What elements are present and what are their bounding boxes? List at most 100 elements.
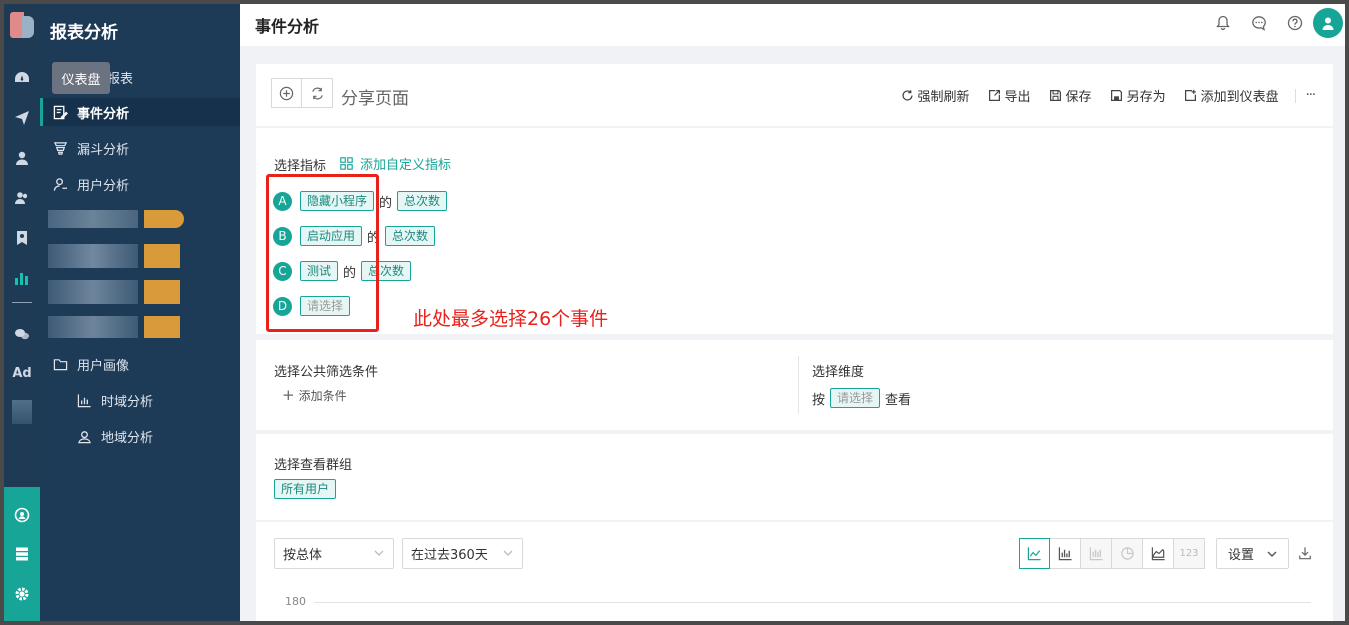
users-icon[interactable] <box>10 186 34 210</box>
bar-chart-outline-icon <box>76 392 92 408</box>
redacted-item <box>48 244 138 268</box>
user-outline-icon <box>52 176 68 192</box>
nav-item-user-profile[interactable]: 用户画像 <box>40 350 240 378</box>
area-chart-button[interactable] <box>1143 538 1174 569</box>
add-to-dashboard-button[interactable]: 添加到仪表盘 <box>1184 86 1279 105</box>
filter-section-label: 选择公共筛选条件 <box>274 365 379 380</box>
group-select[interactable]: 所有用户 <box>274 479 337 499</box>
bar-chart-button[interactable] <box>1050 538 1081 569</box>
top-icons <box>1205 8 1345 38</box>
icon-rail: Ad <box>4 4 40 621</box>
tooltip-dashboard: 仪表盘 <box>52 62 110 94</box>
plus-circle-icon <box>279 86 294 100</box>
nav-item-label: 用户分析 <box>77 178 130 194</box>
edit-doc-icon <box>52 104 68 120</box>
measure-select[interactable]: 总次数 <box>385 226 436 246</box>
dimension-section-label: 选择维度 <box>812 365 865 380</box>
bell-icon[interactable] <box>1205 9 1241 37</box>
bar-chart-icon[interactable] <box>10 266 34 290</box>
app-frame: Ad 报表分析 报表 仪表盘 事件分析 漏斗分析 用户分析 用户画像 时域分析 … <box>4 4 1345 621</box>
save-icon <box>1049 90 1061 101</box>
send-icon[interactable] <box>10 106 34 130</box>
save-button[interactable]: 保存 <box>1049 86 1092 105</box>
nav-item-user-analysis[interactable]: 用户分析 <box>40 170 240 198</box>
chevron-down-icon <box>374 550 384 556</box>
wechat-icon[interactable] <box>10 322 34 346</box>
nav-item-label: 用户画像 <box>77 358 130 374</box>
annotation-text: 此处最多选择26个事件 <box>413 308 609 330</box>
redacted-item <box>144 316 180 338</box>
avatar[interactable] <box>1313 8 1343 38</box>
add-condition-button[interactable]: + 添加条件 <box>282 386 347 404</box>
group-section-label: 选择查看群组 <box>274 458 353 473</box>
message-icon[interactable] <box>1241 9 1277 37</box>
metrics-section-label: 选择指标 <box>274 159 327 174</box>
time-range-select[interactable]: 在过去360天 <box>402 538 523 569</box>
gear-icon[interactable] <box>10 582 34 606</box>
dimension-row: 按 请选择 查看 <box>812 388 911 408</box>
number-view-button[interactable]: 123 <box>1174 538 1205 569</box>
line-chart-icon <box>1027 547 1041 561</box>
toolbar-divider <box>1294 88 1296 103</box>
measure-select[interactable]: 总次数 <box>397 191 448 211</box>
grid-icon <box>340 157 353 170</box>
chevron-down-icon <box>503 550 513 556</box>
add-icon-group <box>271 78 333 108</box>
redacted-item <box>48 316 138 338</box>
server-icon[interactable] <box>10 542 34 566</box>
metrics-card: 选择指标 添加自定义指标 A 隐藏小程序 的 总次数 B 启动应用 的 总次数 … <box>256 128 1333 334</box>
page-title: 事件分析 <box>255 17 320 36</box>
bookmark-icon[interactable] <box>10 226 34 250</box>
dashboard-icon[interactable] <box>10 66 34 90</box>
save-as-button[interactable]: 另存为 <box>1110 86 1166 105</box>
chart-gridline <box>314 602 1311 603</box>
folder-icon <box>52 356 68 372</box>
download-icon[interactable] <box>1298 546 1312 560</box>
blurred-icon <box>12 400 32 424</box>
add-custom-metric-button[interactable]: 添加自定义指标 <box>340 154 451 173</box>
pie-chart-button[interactable] <box>1112 538 1143 569</box>
settings-select[interactable]: 设置 <box>1216 538 1289 569</box>
y-axis-tick: 180 <box>285 595 306 608</box>
bar-chart-icon <box>1058 547 1072 561</box>
team-icon[interactable] <box>10 503 34 527</box>
more-button[interactable]: ··· <box>1306 88 1316 103</box>
group-by-select[interactable]: 按总体 <box>274 538 394 569</box>
toolbar-actions: 强制刷新 导出 保存 另存为 添加到仪表盘 ··· <box>883 86 1316 105</box>
nav-item-event-analysis[interactable]: 事件分析 <box>40 98 240 126</box>
stacked-bar-button[interactable] <box>1081 538 1112 569</box>
add-dashboard-icon <box>1184 89 1196 101</box>
nav-item-region-analysis[interactable]: 地域分析 <box>40 422 240 450</box>
nav-item-label: 事件分析 <box>77 106 130 122</box>
dimension-select[interactable]: 请选择 <box>830 388 881 408</box>
force-refresh-button[interactable]: 强制刷新 <box>901 86 970 105</box>
chevron-down-icon <box>1267 551 1277 557</box>
stacked-bar-icon <box>1089 547 1103 561</box>
sync-icon <box>311 87 323 99</box>
export-icon <box>988 90 1000 101</box>
top-bar: 事件分析 <box>240 4 1345 46</box>
nav-sidebar: 报表分析 报表 仪表盘 事件分析 漏斗分析 用户分析 用户画像 时域分析 地域分… <box>40 4 240 621</box>
nav-item-label: 漏斗分析 <box>77 142 130 158</box>
line-chart-button[interactable] <box>1019 538 1050 569</box>
sync-button[interactable] <box>302 78 333 108</box>
rail-bottom-panel <box>4 487 40 621</box>
export-button[interactable]: 导出 <box>988 86 1031 105</box>
nav-item-funnel-analysis[interactable]: 漏斗分析 <box>40 134 240 162</box>
save-as-icon <box>1110 90 1122 101</box>
share-page-label[interactable]: 分享页面 <box>341 84 409 109</box>
add-circle-button[interactable] <box>271 78 302 108</box>
help-icon[interactable] <box>1277 9 1313 37</box>
redacted-item <box>144 210 184 228</box>
nav-item-label: 时域分析 <box>101 394 154 410</box>
redacted-item <box>48 210 138 228</box>
chart-type-buttons: 123 <box>1019 538 1205 569</box>
nav-item-label: 报表 <box>107 71 134 87</box>
filter-card: 选择公共筛选条件 + 添加条件 选择维度 按 请选择 查看 <box>256 340 1333 430</box>
app-logo <box>10 12 34 38</box>
highlight-box <box>266 174 379 332</box>
user-icon[interactable] <box>10 146 34 170</box>
ad-icon[interactable]: Ad <box>8 366 36 381</box>
redacted-item <box>144 280 180 304</box>
nav-item-time-analysis[interactable]: 时域分析 <box>40 386 240 414</box>
